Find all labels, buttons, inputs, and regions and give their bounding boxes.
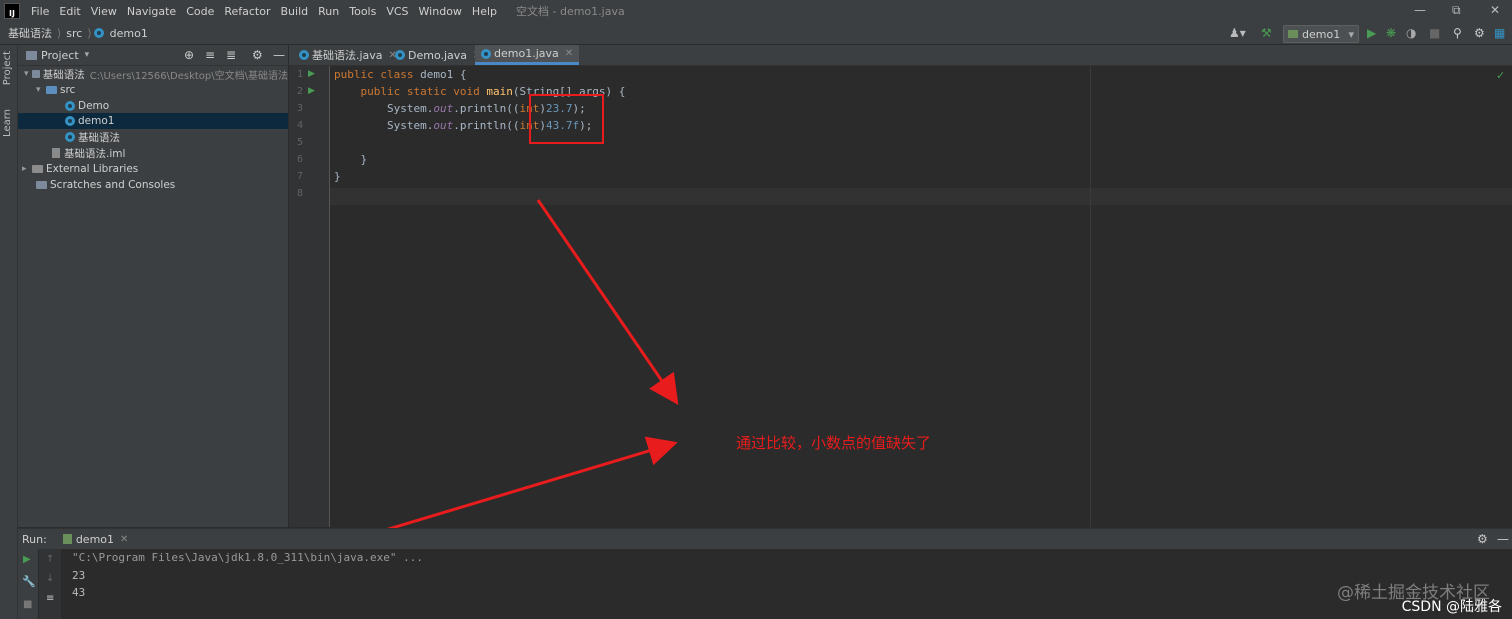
run-toolbar: ▶ 🔧 ■ <box>18 549 38 619</box>
rerun-icon[interactable]: ▶ <box>23 554 31 565</box>
annotation-arrows <box>191 199 679 590</box>
run-tab-icon <box>62 534 72 544</box>
run-panel-label: Run: <box>22 532 47 546</box>
console-nav-strip: ↑ ↓ ≡ <box>39 549 61 619</box>
arrow-to-code <box>536 199 679 405</box>
console-command: "C:\Program Files\Java\jdk1.8.0_311\bin\… <box>72 551 423 564</box>
console-output-line: 23 <box>72 569 86 582</box>
hide-panel-icon[interactable]: — <box>1497 532 1509 546</box>
close-icon[interactable]: ✕ <box>120 534 128 545</box>
wrench-icon[interactable]: 🔧 <box>22 575 36 588</box>
stop-icon[interactable]: ■ <box>23 599 32 610</box>
arrow-up-icon[interactable]: ↑ <box>46 554 54 565</box>
run-tab-label[interactable]: demo1 <box>76 533 114 546</box>
arrow-down-icon[interactable]: ↓ <box>46 573 54 584</box>
watermark-csdn: CSDN @陆雅各 <box>1401 599 1502 615</box>
annotation-text: 通过比较，小数点的值缺失了 <box>736 434 932 452</box>
settings-gear-icon[interactable]: ⚙ <box>1477 532 1488 546</box>
console-output-line: 43 <box>72 586 86 599</box>
run-panel-header: Run: demo1 ✕ ⚙ — <box>18 528 1512 549</box>
soft-wrap-icon[interactable]: ≡ <box>46 593 54 604</box>
